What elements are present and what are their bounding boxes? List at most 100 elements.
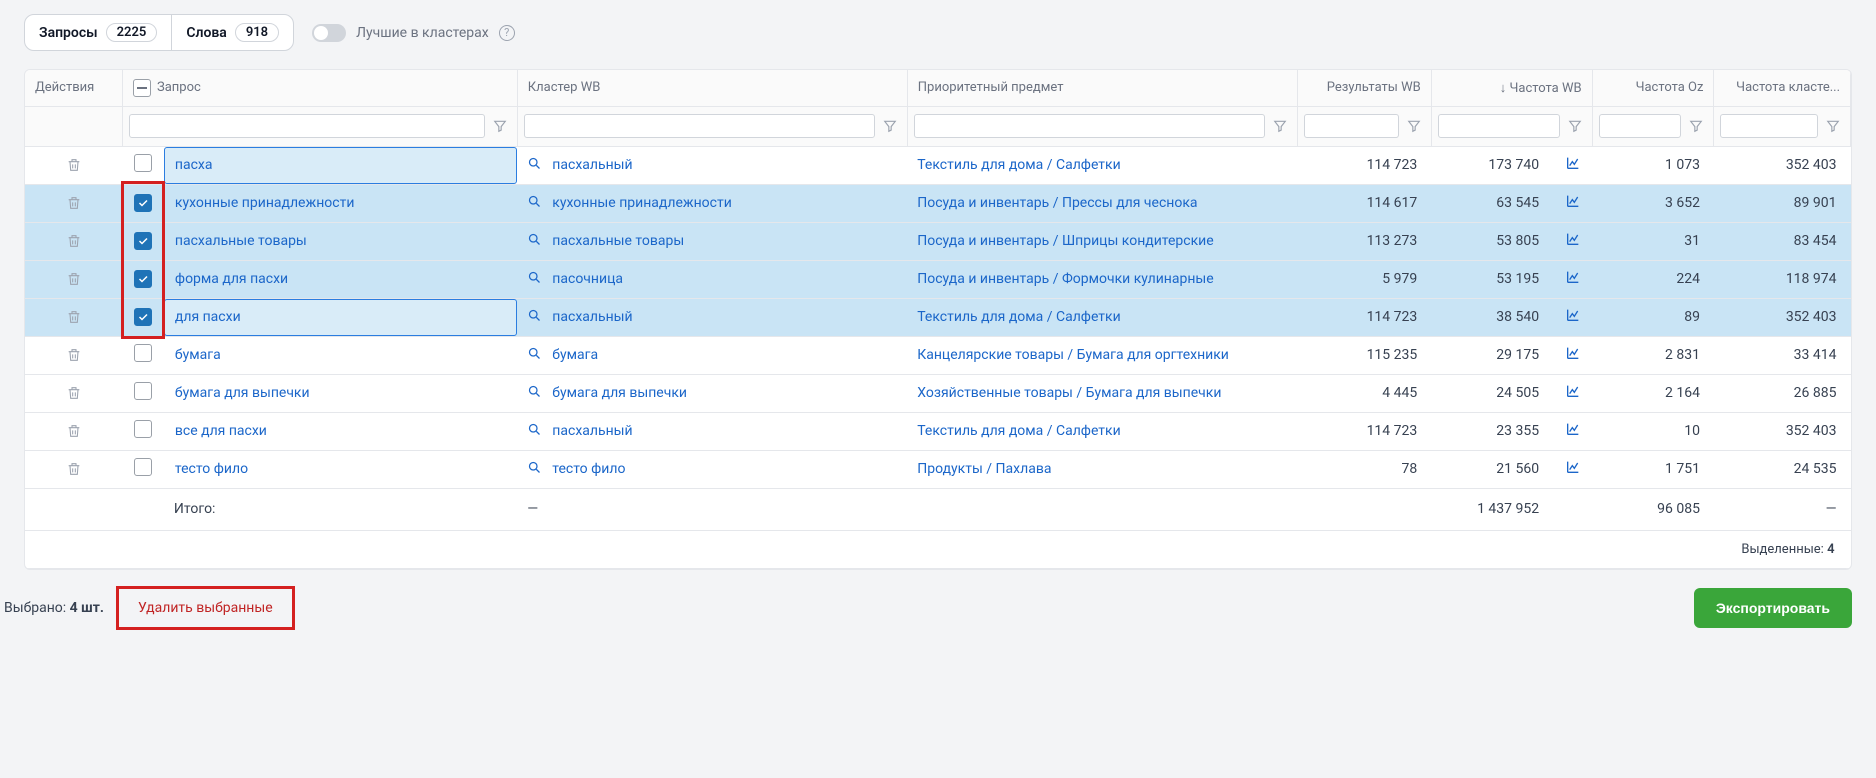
query-link[interactable]: все для пасхи bbox=[175, 423, 267, 439]
filter-reswb-button[interactable] bbox=[1403, 115, 1425, 137]
row-checkbox[interactable] bbox=[134, 344, 152, 362]
subject-link[interactable]: Текстиль для дома / Салфетки bbox=[917, 423, 1120, 439]
chart-icon[interactable] bbox=[1565, 197, 1581, 213]
chart-icon[interactable] bbox=[1565, 159, 1581, 175]
delete-row-button[interactable] bbox=[60, 303, 88, 331]
cell-freq-oz: 2 164 bbox=[1592, 374, 1714, 412]
totals-label: Итого: bbox=[164, 488, 517, 530]
cell-freq-wb: 21 560 bbox=[1431, 450, 1553, 488]
filter-subject-input[interactable] bbox=[914, 114, 1265, 138]
cluster-link[interactable]: бумага bbox=[552, 347, 598, 363]
delete-row-button[interactable] bbox=[60, 151, 88, 179]
filter-query-button[interactable] bbox=[489, 115, 511, 137]
select-all-checkbox[interactable] bbox=[133, 79, 151, 97]
search-icon[interactable] bbox=[527, 422, 542, 441]
filter-query-input[interactable] bbox=[129, 114, 485, 138]
filter-freqoz-button[interactable] bbox=[1685, 115, 1707, 137]
row-checkbox[interactable] bbox=[134, 270, 152, 288]
filter-freqcl-button[interactable] bbox=[1822, 115, 1844, 137]
delete-row-button[interactable] bbox=[60, 265, 88, 293]
query-link[interactable]: тесто фило bbox=[175, 461, 248, 477]
delete-row-button[interactable] bbox=[60, 417, 88, 445]
delete-row-button[interactable] bbox=[60, 227, 88, 255]
row-checkbox[interactable] bbox=[134, 420, 152, 438]
search-icon[interactable] bbox=[527, 232, 542, 251]
subject-link[interactable]: Продукты / Пахлава bbox=[917, 461, 1051, 477]
chart-icon[interactable] bbox=[1565, 463, 1581, 479]
search-icon[interactable] bbox=[527, 156, 542, 175]
search-icon[interactable] bbox=[527, 194, 542, 213]
chart-icon[interactable] bbox=[1565, 273, 1581, 289]
query-link[interactable]: пасхальные товары bbox=[175, 233, 307, 249]
delete-row-button[interactable] bbox=[60, 341, 88, 369]
delete-row-button[interactable] bbox=[60, 455, 88, 483]
col-subject: Приоритетный предмет bbox=[907, 70, 1297, 106]
cluster-link[interactable]: бумага для выпечки bbox=[552, 385, 687, 401]
search-icon[interactable] bbox=[527, 270, 542, 289]
query-link[interactable]: форма для пасхи bbox=[175, 271, 288, 287]
row-checkbox[interactable] bbox=[134, 458, 152, 476]
cluster-link[interactable]: пасхальные товары bbox=[552, 233, 684, 249]
cell-freq-wb: 53 805 bbox=[1431, 222, 1553, 260]
best-in-clusters-toggle[interactable] bbox=[312, 24, 346, 42]
cluster-link[interactable]: кухонные принадлежности bbox=[552, 195, 732, 211]
row-checkbox[interactable] bbox=[134, 232, 152, 250]
cell-freq-oz: 224 bbox=[1592, 260, 1714, 298]
cell-freq-wb: 173 740 bbox=[1431, 146, 1553, 184]
tab-words[interactable]: Слова 918 bbox=[171, 15, 293, 50]
filter-freqwb-input[interactable] bbox=[1438, 114, 1560, 138]
cluster-link[interactable]: пасхальный bbox=[552, 309, 632, 325]
chart-icon[interactable] bbox=[1565, 235, 1581, 251]
row-checkbox[interactable] bbox=[134, 194, 152, 212]
table-row: пасхальные товары пасхальные товары Посу… bbox=[25, 222, 1851, 260]
row-checkbox[interactable] bbox=[134, 308, 152, 326]
search-icon[interactable] bbox=[527, 384, 542, 403]
subject-link[interactable]: Текстиль для дома / Салфетки bbox=[917, 157, 1120, 173]
help-icon[interactable]: ? bbox=[499, 25, 515, 41]
query-link[interactable]: кухонные принадлежности bbox=[175, 195, 355, 211]
cell-freq-cl: 24 535 bbox=[1714, 450, 1851, 488]
tab-queries[interactable]: Запросы 2225 bbox=[25, 15, 171, 50]
filter-freqcl-input[interactable] bbox=[1720, 114, 1818, 138]
row-checkbox[interactable] bbox=[134, 382, 152, 400]
filter-cluster-button[interactable] bbox=[879, 115, 901, 137]
subject-link[interactable]: Текстиль для дома / Салфетки bbox=[917, 309, 1120, 325]
col-freq-oz: Частота Oz bbox=[1592, 70, 1714, 106]
query-link[interactable]: бумага bbox=[175, 347, 221, 363]
row-checkbox[interactable] bbox=[134, 154, 152, 172]
cell-results-wb: 113 273 bbox=[1297, 222, 1431, 260]
subject-link[interactable]: Посуда и инвентарь / Прессы для чеснока bbox=[917, 195, 1197, 211]
totals-cluster: — bbox=[517, 488, 907, 530]
subject-link[interactable]: Хозяйственные товары / Бумага для выпечк… bbox=[917, 385, 1221, 401]
chart-icon[interactable] bbox=[1565, 387, 1581, 403]
subject-link[interactable]: Посуда и инвентарь / Формочки кулинарные bbox=[917, 271, 1213, 287]
filter-reswb-input[interactable] bbox=[1304, 114, 1399, 138]
subject-link[interactable]: Канцелярские товары / Бумага для оргтехн… bbox=[917, 347, 1229, 363]
cell-results-wb: 114 723 bbox=[1297, 412, 1431, 450]
chart-icon[interactable] bbox=[1565, 311, 1581, 327]
subject-link[interactable]: Посуда и инвентарь / Шприцы кондитерские bbox=[917, 233, 1213, 249]
cluster-link[interactable]: пасочница bbox=[552, 271, 623, 287]
query-link[interactable]: бумага для выпечки bbox=[175, 385, 310, 401]
delete-row-button[interactable] bbox=[60, 189, 88, 217]
delete-selected-link[interactable]: Удалить выбранные bbox=[124, 592, 287, 624]
filter-freqwb-button[interactable] bbox=[1564, 115, 1586, 137]
cluster-link[interactable]: пасхальный bbox=[552, 157, 632, 173]
col-freq-wb: ↓ Частота WB bbox=[1431, 70, 1592, 106]
filter-cluster-input[interactable] bbox=[524, 114, 875, 138]
search-icon[interactable] bbox=[527, 460, 542, 479]
search-icon[interactable] bbox=[527, 308, 542, 327]
cell-freq-cl: 83 454 bbox=[1714, 222, 1851, 260]
filter-freqoz-input[interactable] bbox=[1599, 114, 1682, 138]
cluster-link[interactable]: тесто фило bbox=[552, 461, 625, 477]
export-button[interactable]: Экспортировать bbox=[1694, 588, 1852, 628]
query-link[interactable]: пасха bbox=[175, 157, 213, 173]
chart-icon[interactable] bbox=[1565, 349, 1581, 365]
delete-row-button[interactable] bbox=[60, 379, 88, 407]
chart-icon[interactable] bbox=[1565, 425, 1581, 441]
col-actions: Действия bbox=[25, 70, 122, 106]
cluster-link[interactable]: пасхальный bbox=[552, 423, 632, 439]
search-icon[interactable] bbox=[527, 346, 542, 365]
query-link[interactable]: для пасхи bbox=[175, 309, 241, 325]
filter-subject-button[interactable] bbox=[1269, 115, 1291, 137]
